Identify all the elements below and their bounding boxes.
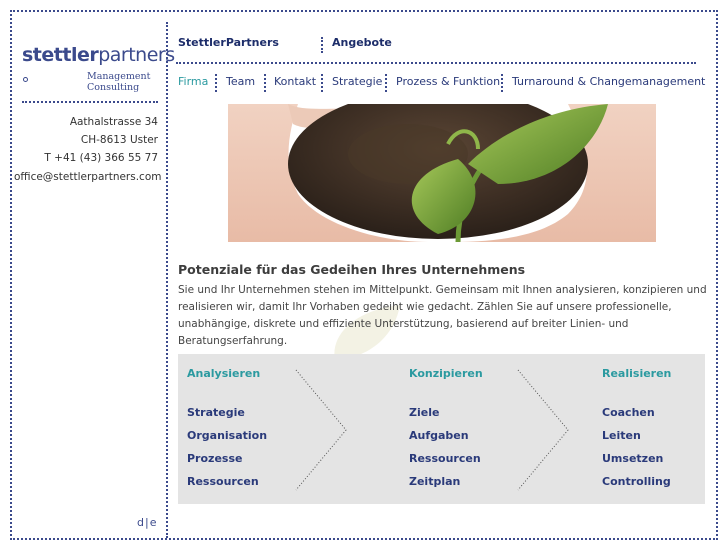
hands-sprout-illustration [228,104,656,242]
col-title-analysieren: Analysieren [187,367,261,380]
link-aufgaben[interactable]: Aufgaben [409,429,469,442]
hero-image [228,104,656,242]
lang-en-link[interactable]: e [150,516,157,529]
footer-area [178,504,705,532]
link-organisation[interactable]: Organisation [187,429,267,442]
nav-kontakt[interactable]: Kontakt [274,75,316,88]
nav-divider [321,74,323,92]
nav-prozess-funktion[interactable]: Prozess & Funktion [396,75,500,88]
address-email[interactable]: office@stettlerpartners.com [14,168,161,186]
col-title-realisieren: Realisieren [602,367,672,380]
nav-top-divider [321,37,323,53]
left-separator [22,101,158,103]
process-steps-panel: Analysieren Strategie Organisation Proze… [178,354,705,504]
lang-de-link[interactable]: d [137,516,144,529]
nav-stettlerpartners[interactable]: StettlerPartners [178,36,279,49]
nav-divider [501,74,503,92]
logo[interactable]: stettlerpartners Management Consulting [22,44,175,96]
link-ziele[interactable]: Ziele [409,406,439,419]
link-controlling[interactable]: Controlling [602,475,671,488]
address-block: Aathalstrasse 34 CH-8613 Uster T +41 (43… [14,113,161,186]
link-zeitplan[interactable]: Zeitplan [409,475,460,488]
lang-separator: | [144,516,149,529]
col-title-konzipieren: Konzipieren [409,367,483,380]
nav-angebote[interactable]: Angebote [332,36,392,49]
nav-turnaround-changemanagement[interactable]: Turnaround & Changemanagement [512,75,705,88]
logo-dot-icon [23,77,28,82]
link-umsetzen[interactable]: Umsetzen [602,452,663,465]
link-strategie[interactable]: Strategie [187,406,245,419]
nav-divider [215,74,217,92]
language-switch: d|e [137,516,156,529]
intro-paragraph: Sie und Ihr Unternehmen stehen im Mittel… [178,284,707,347]
page-headline: Potenziale für das Gedeihen Ihres Untern… [178,262,526,277]
nav-separator [176,62,696,64]
address-city: CH-8613 Uster [80,134,158,147]
address-phone: T +41 (43) 366 55 77 [44,152,158,165]
address-street: Aathalstrasse 34 [69,116,158,128]
nav-firma[interactable]: Firma [178,75,208,88]
link-ressourcen-analyse[interactable]: Ressourcen [187,475,259,488]
logo-subtitle-2: Consulting [87,82,140,93]
column-separator [166,22,168,538]
link-leiten[interactable]: Leiten [602,429,641,442]
logo-wordmark-light: partners [98,44,175,66]
link-ressourcen-konzept[interactable]: Ressourcen [409,452,481,465]
nav-divider [385,74,387,92]
nav-team[interactable]: Team [226,75,255,88]
logo-wordmark-bold: stettler [22,44,99,66]
logo-subtitle-1: Management [87,71,151,82]
nav-divider [264,74,266,92]
link-coachen[interactable]: Coachen [602,406,655,419]
nav-strategie[interactable]: Strategie [332,75,382,88]
link-prozesse[interactable]: Prozesse [187,452,242,465]
